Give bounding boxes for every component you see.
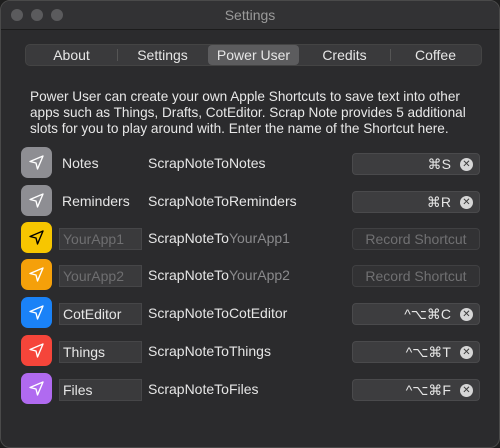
record-shortcut-button[interactable]: Record Shortcut bbox=[352, 265, 480, 287]
window-title: Settings bbox=[224, 7, 276, 23]
shortcut-keys: ⌘R bbox=[426, 194, 451, 210]
clear-shortcut-icon[interactable]: ✕ bbox=[460, 158, 473, 171]
shortcut-keys: ^⌥⌘C bbox=[404, 306, 451, 322]
description-text: Power User can create your own Apple Sho… bbox=[30, 89, 466, 136]
app-name-input[interactable]: Files bbox=[59, 379, 142, 401]
app-name-input[interactable]: Things bbox=[59, 341, 142, 363]
shortcut-name: ScrapNoteToFiles bbox=[148, 381, 259, 397]
tab-settings[interactable]: Settings bbox=[117, 45, 208, 65]
shortcut-row-yourapp1: YourApp1 ScrapNoteToYourApp1 Record Shor… bbox=[21, 222, 481, 254]
clear-shortcut-icon[interactable]: ✕ bbox=[460, 196, 473, 209]
app-name-input[interactable]: CotEditor bbox=[59, 303, 142, 325]
tab-bar: About Settings Power User Credits Coffee bbox=[25, 44, 482, 66]
send-icon bbox=[21, 335, 52, 366]
shortcut-name: ScrapNoteToReminders bbox=[148, 193, 297, 209]
send-icon bbox=[21, 147, 52, 178]
clear-shortcut-icon[interactable]: ✕ bbox=[460, 384, 473, 397]
send-icon bbox=[21, 373, 52, 404]
tab-power-user[interactable]: Power User bbox=[208, 45, 299, 65]
shortcut-name: ScrapNoteToNotes bbox=[148, 155, 266, 171]
shortcut-recorder[interactable]: ^⌥⌘F ✕ bbox=[352, 379, 480, 401]
send-icon bbox=[21, 297, 52, 328]
shortcut-row-yourapp2: YourApp2 ScrapNoteToYourApp2 Record Shor… bbox=[21, 259, 481, 291]
tab-credits[interactable]: Credits bbox=[299, 45, 390, 65]
settings-window: Settings About Settings Power User Credi… bbox=[0, 0, 500, 448]
title-bar: Settings bbox=[1, 1, 499, 30]
shortcut-name: ScrapNoteToCotEditor bbox=[148, 305, 288, 321]
shortcut-keys: ^⌥⌘T bbox=[405, 344, 451, 360]
app-name-input[interactable]: YourApp1 bbox=[59, 228, 142, 250]
send-icon bbox=[21, 185, 52, 216]
shortcut-name: ScrapNoteToYourApp2 bbox=[148, 267, 290, 283]
shortcut-keys: ⌘S bbox=[427, 156, 451, 172]
clear-shortcut-icon[interactable]: ✕ bbox=[460, 346, 473, 359]
shortcut-recorder[interactable]: ^⌥⌘C ✕ bbox=[352, 303, 480, 325]
tab-about[interactable]: About bbox=[26, 45, 117, 65]
send-icon bbox=[21, 259, 52, 290]
shortcut-row-files: Files ScrapNoteToFiles ^⌥⌘F ✕ bbox=[21, 373, 481, 405]
shortcut-recorder[interactable]: ^⌥⌘T ✕ bbox=[352, 341, 480, 363]
shortcut-name: ScrapNoteToYourApp1 bbox=[148, 230, 290, 246]
shortcut-recorder[interactable]: ⌘S ✕ bbox=[352, 153, 480, 175]
clear-shortcut-icon[interactable]: ✕ bbox=[460, 308, 473, 321]
shortcut-row-notes: Notes ScrapNoteToNotes ⌘S ✕ bbox=[21, 147, 481, 179]
shortcut-row-coteditor: CotEditor ScrapNoteToCotEditor ^⌥⌘C ✕ bbox=[21, 297, 481, 329]
send-icon bbox=[21, 222, 52, 253]
tab-coffee[interactable]: Coffee bbox=[390, 45, 481, 65]
shortcut-recorder[interactable]: ⌘R ✕ bbox=[352, 191, 480, 213]
shortcut-keys: ^⌥⌘F bbox=[405, 382, 451, 398]
app-name-input[interactable]: YourApp2 bbox=[59, 265, 142, 287]
app-name-label: Notes bbox=[62, 155, 99, 171]
shortcut-row-things: Things ScrapNoteToThings ^⌥⌘T ✕ bbox=[21, 335, 481, 367]
record-shortcut-button[interactable]: Record Shortcut bbox=[352, 228, 480, 250]
shortcut-row-reminders: Reminders ScrapNoteToReminders ⌘R ✕ bbox=[21, 185, 481, 217]
shortcut-name: ScrapNoteToThings bbox=[148, 343, 271, 359]
app-name-label: Reminders bbox=[62, 193, 130, 209]
